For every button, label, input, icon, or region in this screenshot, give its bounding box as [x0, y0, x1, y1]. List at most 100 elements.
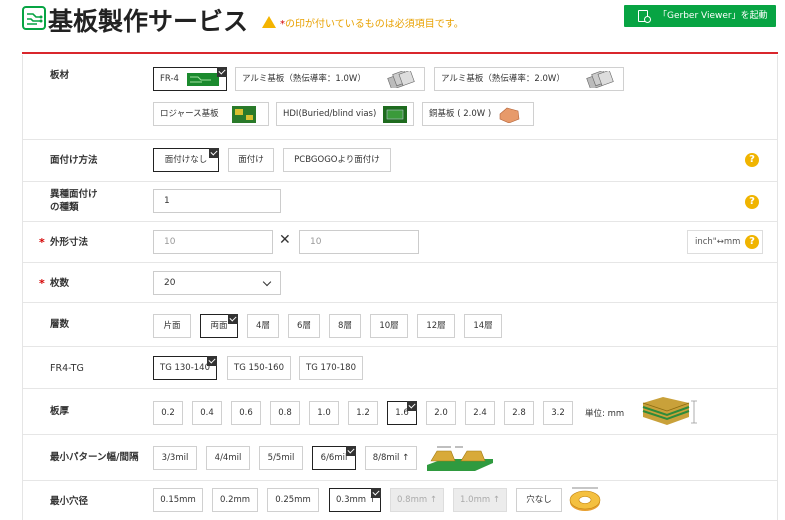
thickness-0.4[interactable]: 0.4 — [192, 401, 222, 425]
thickness-0.2[interactable]: 0.2 — [153, 401, 183, 425]
times-icon: ✕ — [279, 232, 291, 248]
help-icon[interactable]: ? — [745, 235, 759, 249]
required-notice: *の印が付いているものは必須項目です。 — [262, 15, 464, 30]
hole-diameter-icon — [569, 487, 601, 511]
help-icon[interactable]: ? — [745, 153, 759, 167]
label-board-material: 板材 — [50, 70, 70, 81]
thickness-unit: 単位: mm — [585, 409, 625, 419]
required-mark: * — [39, 277, 45, 290]
thickness-2.0[interactable]: 2.0 — [426, 401, 456, 425]
material-fr4[interactable]: FR-4 — [153, 67, 227, 91]
layers-14[interactable]: 14層 — [464, 314, 502, 338]
layers-4[interactable]: 4層 — [247, 314, 279, 338]
hole-0.2[interactable]: 0.2mm — [212, 488, 258, 512]
row-trace: 最小パターン幅/間隔 3/3mil 4/4mil 5/5mil 6/6mil 8… — [23, 435, 777, 481]
layers-2[interactable]: 両面 — [200, 314, 238, 338]
panel-self[interactable]: 面付け — [228, 148, 274, 172]
row-thickness: 板厚 0.2 0.4 0.6 0.8 1.0 1.2 1.6 2.0 2.4 2… — [23, 389, 777, 435]
board-thickness-icon — [642, 397, 697, 425]
label-quantity: 枚数 — [50, 278, 70, 289]
hole-none[interactable]: 穴なし — [516, 488, 562, 512]
required-mark: * — [39, 236, 45, 249]
different-designs-input[interactable]: 1 — [153, 189, 281, 213]
label-hole: 最小穴径 — [50, 496, 89, 507]
gerber-viewer-button[interactable]: 「Gerber Viewer」を起動 — [624, 5, 776, 27]
row-board-material: 板材 FR-4 アルミ基板（熱伝導率：1.0W） アルミ基板（熱伝導率：2.0W… — [23, 55, 777, 140]
selected-check-icon — [346, 446, 356, 456]
selected-check-icon — [217, 67, 227, 77]
row-different-designs: 異種面付け の種類 1 ? — [23, 182, 777, 222]
material-aluminum-1w[interactable]: アルミ基板（熱伝導率：1.0W） — [235, 67, 425, 91]
thickness-2.8[interactable]: 2.8 — [504, 401, 534, 425]
dimension-x-input[interactable]: 10 — [153, 230, 273, 254]
dimension-y-input[interactable]: 10 — [299, 230, 419, 254]
trace-6-6[interactable]: 6/6mil — [312, 446, 356, 470]
copper-board-icon — [499, 107, 520, 123]
trace-4-4[interactable]: 4/4mil — [206, 446, 250, 470]
label-tg: FR4-TG — [50, 363, 84, 374]
aluminum-board-icon — [387, 71, 415, 88]
hole-0.3[interactable]: 0.3mm ↑ — [329, 488, 381, 512]
material-rogers[interactable]: ロジャース基板 — [153, 102, 269, 126]
thickness-1.0[interactable]: 1.0 — [309, 401, 339, 425]
label-trace: 最小パターン幅/間隔 — [50, 452, 139, 463]
trace-width-icon — [427, 446, 493, 471]
thickness-1.2[interactable]: 1.2 — [348, 401, 378, 425]
fr4-board-icon — [187, 73, 219, 86]
thickness-3.2[interactable]: 3.2 — [543, 401, 573, 425]
hole-0.8[interactable]: 0.8mm ↑ — [390, 488, 444, 512]
row-hole: 最小穴径 0.15mm 0.2mm 0.25mm 0.3mm ↑ 0.8mm ↑… — [23, 481, 777, 520]
layers-1[interactable]: 片面 — [153, 314, 191, 338]
row-quantity: * 枚数 20 — [23, 263, 777, 303]
aluminum-board-icon — [586, 71, 614, 88]
tg-150-160[interactable]: TG 150-160 — [227, 356, 291, 380]
hole-0.15[interactable]: 0.15mm — [153, 488, 203, 512]
panel-none[interactable]: 面付けなし — [153, 148, 219, 172]
label-panelization: 面付け方法 — [50, 155, 98, 166]
row-tg: FR4-TG TG 130-140 TG 150-160 TG 170-180 — [23, 347, 777, 389]
label-thickness: 板厚 — [50, 406, 70, 417]
tg-170-180[interactable]: TG 170-180 — [299, 356, 363, 380]
layers-6[interactable]: 6層 — [288, 314, 320, 338]
material-hdi[interactable]: HDI(Buried/blind vias) — [276, 102, 414, 126]
row-dimensions: * 外形寸法 10 ✕ 10 inch"↔mm ? — [23, 222, 777, 263]
selected-check-icon — [228, 314, 238, 324]
pcb-logo-icon — [22, 6, 46, 30]
hole-0.25[interactable]: 0.25mm — [267, 488, 319, 512]
order-form: 板材 FR-4 アルミ基板（熱伝導率：1.0W） アルミ基板（熱伝導率：2.0W… — [22, 55, 778, 520]
label-layers: 層数 — [50, 319, 70, 330]
trace-8-8[interactable]: 8/8mil ↑ — [365, 446, 417, 470]
layers-12[interactable]: 12層 — [417, 314, 455, 338]
chevron-down-icon — [262, 277, 272, 287]
rogers-board-icon — [232, 106, 256, 123]
help-icon[interactable]: ? — [745, 195, 759, 209]
material-copper[interactable]: 銅基板 ( 2.0W ) — [422, 102, 534, 126]
selected-check-icon — [371, 488, 381, 498]
header-divider — [22, 52, 778, 54]
thickness-0.8[interactable]: 0.8 — [270, 401, 300, 425]
quantity-select[interactable]: 20 — [153, 271, 281, 295]
trace-5-5[interactable]: 5/5mil — [259, 446, 303, 470]
selected-check-icon — [207, 356, 217, 366]
page-title: 基板製作サービス — [48, 7, 249, 36]
thickness-2.4[interactable]: 2.4 — [465, 401, 495, 425]
label-different-designs: 異種面付け の種類 — [50, 189, 98, 213]
thickness-0.6[interactable]: 0.6 — [231, 401, 261, 425]
selected-check-icon — [407, 401, 417, 411]
thickness-1.6[interactable]: 1.6 — [387, 401, 417, 425]
viewer-icon — [638, 10, 651, 23]
material-aluminum-2w[interactable]: アルミ基板（熱伝導率：2.0W） — [434, 67, 624, 91]
hole-1.0[interactable]: 1.0mm ↑ — [453, 488, 507, 512]
page-header: 基板製作サービス *の印が付いているものは必須項目です。 「Gerber Vie… — [0, 0, 785, 52]
label-dimensions: 外形寸法 — [50, 237, 89, 248]
row-panelization: 面付け方法 面付けなし 面付け PCBGOGOより面付け ? — [23, 140, 777, 182]
layers-8[interactable]: 8層 — [329, 314, 361, 338]
selected-check-icon — [209, 148, 219, 158]
panel-by-pcbgogo[interactable]: PCBGOGOより面付け — [283, 148, 391, 172]
trace-3-3[interactable]: 3/3mil — [153, 446, 197, 470]
row-layers: 層数 片面 両面 4層 6層 8層 10層 12層 14層 — [23, 303, 777, 347]
hdi-board-icon — [383, 106, 407, 123]
layers-10[interactable]: 10層 — [370, 314, 408, 338]
tg-130-140[interactable]: TG 130-140 — [153, 356, 217, 380]
warning-icon — [262, 16, 276, 28]
